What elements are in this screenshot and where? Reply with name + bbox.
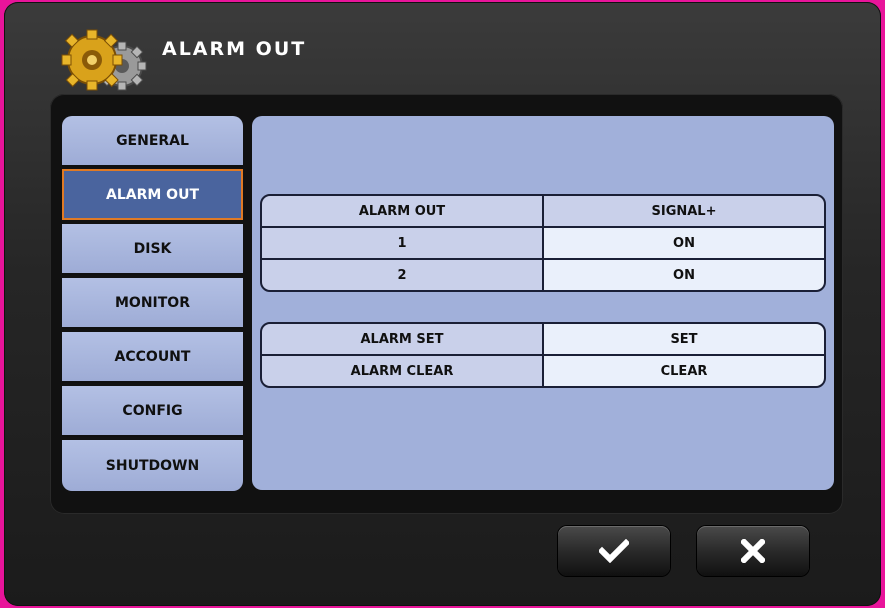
alarm-out-table: ALARM OUT SIGNAL+ 1 ON 2 ON xyxy=(260,194,826,292)
tab-monitor[interactable]: MONITOR xyxy=(62,278,243,329)
table-row: 1 ON xyxy=(262,228,824,258)
tab-disk[interactable]: DISK xyxy=(62,224,243,275)
ok-button[interactable] xyxy=(558,526,670,576)
signal-value-select[interactable]: ON xyxy=(544,260,824,290)
column-header-signal: SIGNAL+ xyxy=(544,196,824,226)
checkmark-icon xyxy=(599,539,629,563)
tab-account[interactable]: ACCOUNT xyxy=(62,332,243,383)
tab-general[interactable]: GENERAL xyxy=(62,116,243,167)
signal-value-select[interactable]: ON xyxy=(544,228,824,258)
tab-shutdown[interactable]: SHUTDOWN xyxy=(62,440,243,491)
table-row: 2 ON xyxy=(262,260,824,290)
alarm-action-table: ALARM SET SET ALARM CLEAR CLEAR xyxy=(260,322,826,388)
table-row: ALARM SET SET xyxy=(262,324,824,354)
cancel-button[interactable] xyxy=(697,526,809,576)
alarm-out-number: 2 xyxy=(262,260,542,290)
alarm-clear-button[interactable]: CLEAR xyxy=(544,356,824,386)
tab-config[interactable]: CONFIG xyxy=(62,386,243,437)
table-row: ALARM CLEAR CLEAR xyxy=(262,356,824,386)
window-title: ALARM OUT xyxy=(162,38,307,60)
alarm-set-label: ALARM SET xyxy=(262,324,542,354)
table-header-row: ALARM OUT SIGNAL+ xyxy=(262,196,824,226)
content-panel xyxy=(252,116,834,490)
tab-alarm-out[interactable]: ALARM OUT xyxy=(62,169,243,220)
alarm-clear-label: ALARM CLEAR xyxy=(262,356,542,386)
alarm-out-number: 1 xyxy=(262,228,542,258)
close-icon xyxy=(741,539,765,563)
column-header-alarm-out: ALARM OUT xyxy=(262,196,542,226)
alarm-set-button[interactable]: SET xyxy=(544,324,824,354)
